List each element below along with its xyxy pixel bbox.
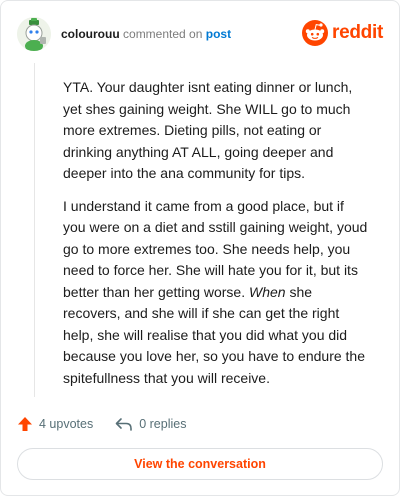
comment-paragraph: YTA. Your daughter isnt eating dinner or… (63, 79, 353, 181)
thread-line (34, 63, 35, 397)
reply-arrow-icon (115, 418, 133, 431)
upvote-button[interactable]: 4 upvotes (17, 416, 93, 432)
reddit-snoo-icon (302, 20, 329, 46)
replies-button[interactable]: 0 replies (115, 416, 186, 432)
comment-action-text: commented on (123, 27, 203, 41)
reddit-wordmark: reddit (332, 22, 383, 43)
reddit-logo[interactable]: reddit (302, 18, 383, 48)
post-link[interactable]: post (206, 27, 231, 41)
comment-emphasis: When (249, 283, 286, 300)
comment-actions: 4 upvotes 0 replies (17, 413, 208, 435)
comment-author[interactable]: colourouu (61, 27, 120, 41)
comment-embed-card: colourouu commented on post reddit YTA. … (0, 0, 400, 496)
comment-paragraph: I understand it came from a good place, … (63, 196, 369, 390)
avatar-image (17, 17, 51, 51)
replies-count: 0 replies (139, 417, 187, 431)
comment-header: colourouu commented on post reddit (17, 17, 383, 53)
comment-text: I understand it came from a good place, … (63, 197, 368, 300)
upvote-arrow-icon (18, 417, 32, 431)
comment-body: YTA. Your daughter isnt eating dinner or… (63, 77, 369, 389)
view-conversation-button[interactable]: View the conversation (17, 448, 383, 480)
upvotes-count: 4 upvotes (39, 417, 94, 431)
avatar[interactable] (17, 17, 51, 51)
comment-meta: colourouu commented on post (61, 27, 231, 41)
